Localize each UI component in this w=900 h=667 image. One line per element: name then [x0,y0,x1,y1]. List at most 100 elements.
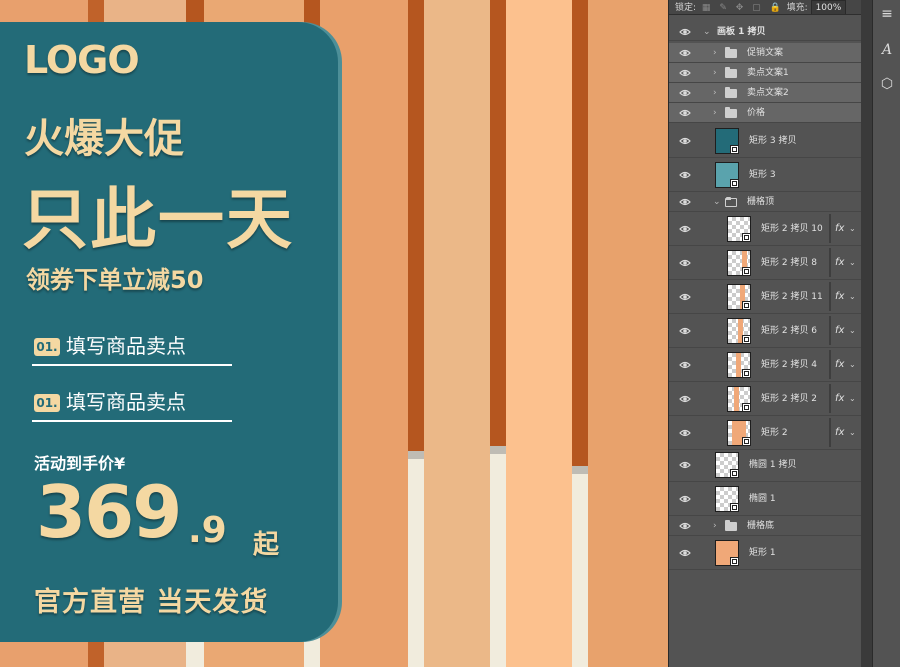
layer-row[interactable]: 椭圆 1 拷贝 [669,448,861,482]
layer-row[interactable]: 矩形 2 拷贝 8 fx ⌄ [669,246,861,280]
chevron-down-icon[interactable]: ⌄ [849,394,856,404]
layer-row[interactable]: 矩形 2 fx ⌄ [669,416,861,450]
layer-row[interactable]: › 栅格底 [669,516,861,536]
folder-icon [725,196,737,207]
chevron-right-icon[interactable]: › [713,88,717,98]
chevron-down-icon[interactable]: ⌄ [703,27,711,37]
layer-name[interactable]: 促销文案 [747,47,783,59]
adjustments-icon[interactable]: ≡ [877,4,897,24]
stripe [588,0,668,667]
layer-row[interactable]: 矩形 2 拷贝 4 fx ⌄ [669,348,861,382]
layer-row[interactable]: 矩形 2 拷贝 6 fx ⌄ [669,314,861,348]
visibility-eye-icon[interactable] [679,428,691,438]
promo-banner[interactable]: LOGO 火爆大促 只此一天 领券下单立减50 01. 填写商品卖点 01. 填… [0,22,338,642]
subheadline: 领券下单立减50 [26,266,204,294]
shape-badge-icon [730,556,739,566]
lock-artboard-icon[interactable]: ▢ [752,3,761,13]
lock-move-icon[interactable]: ✥ [736,3,744,13]
layer-name[interactable]: 画板 1 拷贝 [717,26,766,38]
design-canvas[interactable]: LOGO 火爆大促 只此一天 领券下单立减50 01. 填写商品卖点 01. 填… [0,0,668,667]
layer-name[interactable]: 价格 [747,107,765,119]
layer-row[interactable]: 椭圆 1 [669,482,861,516]
layer-row[interactable]: › 价格 [669,103,861,123]
shape-badge-icon [742,368,751,378]
fill-input[interactable]: 100% [810,0,847,14]
chevron-right-icon[interactable]: › [713,68,717,78]
visibility-eye-icon[interactable] [679,258,691,268]
chevron-right-icon[interactable]: › [713,48,717,58]
visibility-eye-icon[interactable] [679,48,691,58]
layer-row[interactable]: 矩形 2 拷贝 2 fx ⌄ [669,382,861,416]
layer-name[interactable]: 卖点文案1 [747,67,789,79]
layer-name[interactable]: 矩形 2 拷贝 2 [761,393,817,405]
fx-icon[interactable]: fx [835,257,844,269]
visibility-eye-icon[interactable] [679,394,691,404]
chevron-down-icon[interactable]: ⌄ [849,292,856,302]
visibility-eye-icon[interactable] [679,494,691,504]
visibility-eye-icon[interactable] [679,460,691,470]
layer-divider [829,418,831,447]
3d-cube-icon[interactable]: ⬡ [877,74,897,94]
chevron-down-icon[interactable]: ⌄ [849,360,856,370]
layer-name[interactable]: 矩形 2 拷贝 11 [761,291,823,303]
fx-icon[interactable]: fx [835,427,844,439]
layer-row[interactable]: 矩形 3 [669,158,861,192]
fx-icon[interactable]: fx [835,359,844,371]
layer-row[interactable]: ⌄ 栅格顶 [669,192,861,212]
layer-name[interactable]: 卖点文案2 [747,87,789,99]
character-icon[interactable]: A [877,40,897,60]
layer-name[interactable]: 矩形 2 拷贝 10 [761,223,823,235]
visibility-eye-icon[interactable] [679,68,691,78]
layer-row[interactable]: 矩形 3 拷贝 [669,124,861,158]
visibility-eye-icon[interactable] [679,170,691,180]
chevron-right-icon[interactable]: › [713,521,717,531]
chevron-down-icon[interactable]: ⌄ [849,428,856,438]
chevron-down-icon[interactable]: ⌄ [849,224,856,234]
price-integer: 369 [36,470,182,554]
visibility-eye-icon[interactable] [679,292,691,302]
fx-icon[interactable]: fx [835,223,844,235]
layer-row[interactable]: 矩形 2 拷贝 11 fx ⌄ [669,280,861,314]
layer-row[interactable]: 矩形 2 拷贝 10 fx ⌄ [669,212,861,246]
layer-row[interactable]: › 促销文案 [669,43,861,63]
layer-name[interactable]: 栅格底 [747,520,774,532]
layer-row[interactable]: ⌄ 画板 1 拷贝 [669,23,861,41]
fx-icon[interactable]: fx [835,325,844,337]
lock-brush-icon[interactable]: ✎ [719,3,727,13]
visibility-eye-icon[interactable] [679,136,691,146]
fx-icon[interactable]: fx [835,393,844,405]
layer-name[interactable]: 矩形 2 拷贝 8 [761,257,817,269]
layer-name[interactable]: 矩形 2 [761,427,788,439]
chevron-down-icon[interactable]: ⌄ [849,326,856,336]
layer-name[interactable]: 椭圆 1 拷贝 [749,459,796,471]
visibility-eye-icon[interactable] [679,521,691,531]
layer-row[interactable]: › 卖点文案2 [669,83,861,103]
visibility-eye-icon[interactable] [679,224,691,234]
lock-pixels-icon[interactable]: ▦ [702,3,711,13]
layer-name[interactable]: 矩形 3 [749,169,776,181]
visibility-eye-icon[interactable] [679,548,691,558]
layer-name[interactable]: 栅格顶 [747,196,774,208]
visibility-eye-icon[interactable] [679,197,691,207]
layer-name[interactable]: 椭圆 1 [749,493,776,505]
layer-name[interactable]: 矩形 2 拷贝 6 [761,325,817,337]
visibility-eye-icon[interactable] [679,88,691,98]
shape-badge-icon [742,436,751,446]
layer-divider [829,214,831,243]
layer-row[interactable]: › 卖点文案1 [669,63,861,83]
lock-all-icon[interactable]: 🔒 [770,3,781,13]
layers-panel[interactable]: 锁定: ▦ ✎ ✥ ▢ 🔒 填充: 100% ⌄ 画板 1 拷贝 › 促销文案 › 卖点文… [668,0,861,667]
layer-name[interactable]: 矩形 2 拷贝 4 [761,359,817,371]
price-unit: 起 [253,530,280,560]
visibility-eye-icon[interactable] [679,27,691,37]
chevron-down-icon[interactable]: ⌄ [713,197,721,207]
layer-name[interactable]: 矩形 1 [749,547,776,559]
visibility-eye-icon[interactable] [679,108,691,118]
visibility-eye-icon[interactable] [679,360,691,370]
layer-row[interactable]: 矩形 1 [669,536,861,570]
chevron-down-icon[interactable]: ⌄ [849,258,856,268]
chevron-right-icon[interactable]: › [713,108,717,118]
fx-icon[interactable]: fx [835,291,844,303]
visibility-eye-icon[interactable] [679,326,691,336]
layer-name[interactable]: 矩形 3 拷贝 [749,135,796,147]
